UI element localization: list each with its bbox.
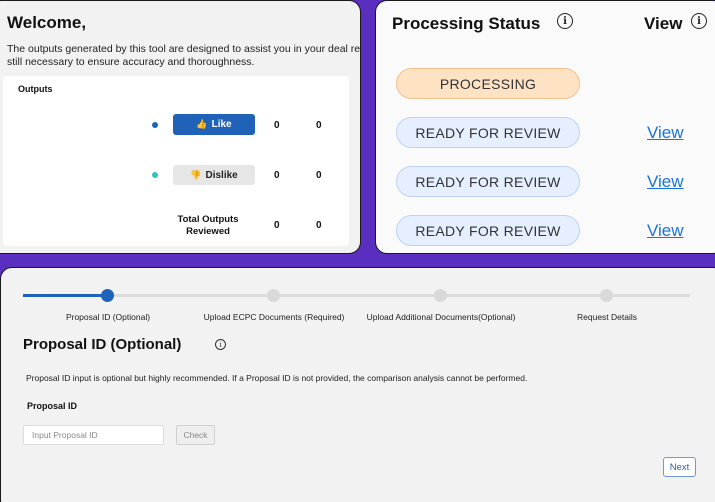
welcome-description-line-1: The outputs generated by this tool are d… (7, 43, 361, 55)
next-button[interactable]: Next (663, 457, 696, 477)
like-count-2: 0 (316, 120, 322, 131)
dislike-button[interactable]: 👎 Dislike (173, 165, 255, 185)
stepper-track (23, 294, 690, 297)
view-info-icon[interactable]: i (691, 13, 707, 29)
step-label-request-details[interactable]: Request Details (577, 312, 637, 322)
welcome-description-line-2: still necessary to ensure accuracy and t… (7, 56, 255, 68)
outputs-panel: Outputs 👍 Like 0 0 👎 Dislike 0 0 Total O… (3, 76, 349, 246)
proposal-wizard-card: Proposal ID (Optional) Upload ECPC Docum… (0, 267, 715, 502)
status-pill-processing: PROCESSING (396, 68, 580, 99)
like-button-label: Like (211, 119, 232, 130)
step-dot-request-details[interactable] (600, 289, 613, 302)
view-link[interactable]: View (647, 123, 684, 143)
thumbs-up-icon: 👍 (196, 119, 208, 129)
processing-status-card: Processing Status i View i PROCESSING RE… (375, 0, 715, 254)
view-column-header: View (644, 14, 683, 33)
step-dot-upload-additional[interactable] (434, 289, 447, 302)
view-link[interactable]: View (647, 172, 684, 192)
dislike-button-label: Dislike (205, 169, 238, 181)
proposal-id-label: Proposal ID (27, 401, 78, 411)
like-button[interactable]: 👍 Like (173, 114, 255, 135)
step-dot-proposal-id[interactable] (101, 289, 114, 302)
processing-status-title: Processing Status (392, 14, 541, 33)
welcome-title: Welcome, (7, 13, 87, 32)
dislike-legend-dot (152, 172, 158, 178)
like-count-1: 0 (274, 120, 280, 131)
total-count-1: 0 (274, 220, 280, 231)
welcome-card: Welcome, The outputs generated by this t… (0, 0, 361, 254)
page-title: Proposal ID (Optional) (23, 336, 182, 353)
dislike-count-1: 0 (274, 170, 280, 181)
step-dot-upload-ecpc[interactable] (267, 289, 280, 302)
proposal-info-icon[interactable]: i (215, 339, 226, 350)
welcome-description: The outputs generated by this tool are d… (7, 43, 361, 69)
step-label-upload-additional[interactable]: Upload Additional Documents(Optional) (367, 312, 516, 322)
total-count-2: 0 (316, 220, 322, 231)
processing-info-icon[interactable]: i (557, 13, 573, 29)
status-pill-ready: READY FOR REVIEW (396, 117, 580, 148)
total-outputs-label: Total Outputs Reviewed (171, 214, 245, 238)
step-label-proposal-id[interactable]: Proposal ID (Optional) (66, 312, 150, 322)
thumbs-down-icon: 👎 (190, 169, 202, 180)
proposal-id-input[interactable] (23, 425, 164, 445)
total-label-line-2: Reviewed (186, 226, 230, 237)
dislike-count-2: 0 (316, 170, 322, 181)
like-legend-dot (152, 122, 158, 128)
outputs-label: Outputs (18, 84, 53, 94)
step-label-upload-ecpc[interactable]: Upload ECPC Documents (Required) (204, 312, 345, 322)
proposal-description: Proposal ID input is optional but highly… (26, 373, 528, 383)
stepper-progress (23, 294, 109, 297)
status-pill-ready: READY FOR REVIEW (396, 166, 580, 197)
status-pill-ready: READY FOR REVIEW (396, 215, 580, 246)
view-link[interactable]: View (647, 221, 684, 241)
check-button[interactable]: Check (176, 425, 215, 445)
total-label-line-1: Total Outputs (177, 214, 239, 225)
